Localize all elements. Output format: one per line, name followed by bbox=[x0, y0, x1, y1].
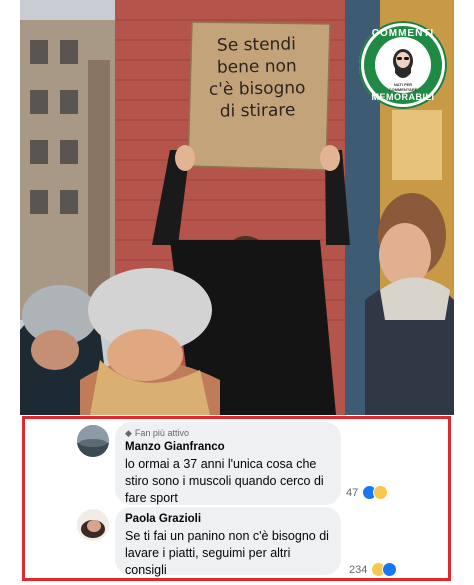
comments-panel: ◆ Fan più attivo Manzo Gianfranco lo orma… bbox=[22, 416, 451, 581]
avatar[interactable] bbox=[77, 509, 109, 541]
avatar[interactable] bbox=[77, 425, 109, 457]
reactions[interactable]: 234 bbox=[349, 562, 398, 577]
sign-line: Se stendi bbox=[216, 34, 297, 56]
reaction-count: 234 bbox=[349, 563, 368, 576]
diamond-icon: ◆ bbox=[125, 428, 132, 438]
commenti-memorabili-logo: COMMENTI NATI PER COMMENTARE MEMORABILI bbox=[359, 21, 447, 109]
comment-author[interactable]: Paola Grazioli bbox=[125, 513, 331, 525]
sign-text: Se stendi bene non c'è bisogno di stirar… bbox=[197, 33, 317, 123]
sign-line: c'è bisogno bbox=[208, 78, 306, 100]
comment-bubble: Paola Grazioli Se ti fai un panino non c… bbox=[115, 507, 341, 577]
avatar-image bbox=[77, 509, 109, 541]
fan-badge: ◆ Fan più attivo bbox=[125, 428, 331, 439]
avatar-image bbox=[77, 425, 109, 457]
sign-line: di stirare bbox=[219, 100, 296, 122]
comment-text: lo ormai a 37 anni l'unica cosa che stir… bbox=[125, 457, 324, 505]
logo-top-text: COMMENTI bbox=[371, 28, 435, 39]
like-icon bbox=[382, 562, 398, 577]
bearded-face-icon bbox=[393, 49, 413, 78]
fan-badge-label: Fan più attivo bbox=[134, 428, 189, 438]
reactions[interactable]: 47 bbox=[346, 485, 389, 500]
logo-small-text: NATI PER COMMENTARE bbox=[388, 82, 418, 92]
comment-bubble: ◆ Fan più attivo Manzo Gianfranco lo orma… bbox=[115, 422, 341, 505]
sign-line: bene non bbox=[216, 56, 297, 78]
logo-bottom-text: MEMORABILI bbox=[371, 92, 435, 102]
haha-icon bbox=[373, 485, 389, 500]
comment-text: Se ti fai un panino non c'è bisogno di l… bbox=[125, 529, 329, 577]
comment-author[interactable]: Manzo Gianfranco bbox=[125, 441, 331, 453]
reaction-count: 47 bbox=[346, 486, 359, 499]
